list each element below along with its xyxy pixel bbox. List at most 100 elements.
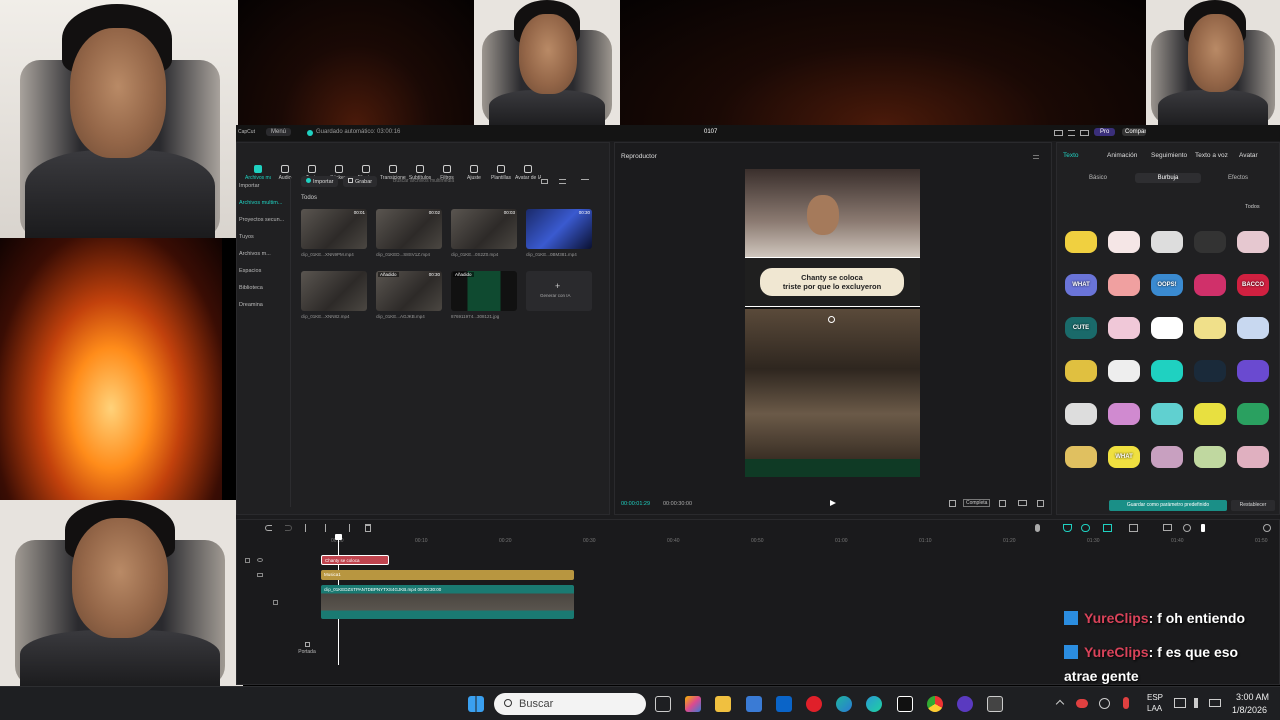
track-mute-icon[interactable] xyxy=(273,600,278,605)
zoom-in-icon[interactable] xyxy=(1263,524,1271,532)
bubble-style[interactable] xyxy=(1151,231,1183,253)
sidebar-item-0[interactable]: Importar xyxy=(237,179,291,193)
bubble-style[interactable] xyxy=(1194,274,1226,296)
tray-app-icon[interactable] xyxy=(1099,698,1110,709)
ratio-button[interactable]: Completa xyxy=(963,499,991,507)
media-thumbnail[interactable]: 00:30 Añadido xyxy=(376,271,442,311)
battery-icon[interactable] xyxy=(1209,699,1221,707)
bubble-style[interactable] xyxy=(1237,360,1269,382)
subtab-2[interactable]: Efectos xyxy=(1205,173,1271,183)
split-right-icon[interactable] xyxy=(345,524,350,532)
sort-icon[interactable] xyxy=(559,179,566,184)
record-tab[interactable]: Grabar xyxy=(343,176,378,187)
bubble-style[interactable] xyxy=(1065,403,1097,425)
app-icon[interactable] xyxy=(987,696,1003,712)
reset-button[interactable]: Restablecer xyxy=(1231,500,1275,511)
zoom-slider[interactable] xyxy=(1201,524,1205,532)
tab-4[interactable]: Avatar xyxy=(1239,152,1258,159)
obs-icon[interactable] xyxy=(957,696,973,712)
bubble-style[interactable] xyxy=(1108,317,1140,339)
audio-clip[interactable]: Musica1 xyxy=(321,570,574,580)
quality-icon[interactable] xyxy=(1018,500,1027,506)
delete-icon[interactable] xyxy=(365,524,371,532)
playhead-handle[interactable] xyxy=(335,534,342,540)
media-thumbnail[interactable] xyxy=(301,271,367,311)
bubble-style[interactable] xyxy=(1237,317,1269,339)
media-filter-label[interactable]: Todos xyxy=(301,195,317,201)
subtab-0[interactable]: Básico xyxy=(1065,173,1131,183)
fullscreen-icon[interactable] xyxy=(1037,500,1044,507)
sidebar-item-5[interactable]: Espacios xyxy=(237,264,291,278)
preview-axis-icon[interactable] xyxy=(1103,524,1112,532)
bubble-style[interactable] xyxy=(1108,360,1140,382)
task-view-icon[interactable] xyxy=(655,696,671,712)
bubble-style[interactable] xyxy=(1151,403,1183,425)
sticker-filter[interactable]: Todos xyxy=(1245,204,1260,210)
bubble-style[interactable] xyxy=(1151,360,1183,382)
bubble-style[interactable] xyxy=(1065,231,1097,253)
monitor-icon[interactable] xyxy=(1080,130,1089,136)
track-audio-icon[interactable] xyxy=(257,573,263,577)
volume-icon[interactable] xyxy=(1194,698,1204,708)
sidebar-item-4[interactable]: Archivos m... xyxy=(237,247,291,261)
edge-icon[interactable] xyxy=(836,696,852,712)
bubble-style[interactable] xyxy=(1194,317,1226,339)
tray-chevron-icon[interactable] xyxy=(1055,699,1065,709)
track-lock-icon[interactable] xyxy=(245,558,250,563)
tab-3[interactable]: Texto a voz xyxy=(1195,152,1228,159)
crop-icon[interactable] xyxy=(949,500,956,507)
share-button[interactable]: Compartir xyxy=(1122,128,1146,136)
media-thumbnail[interactable]: 00:30 xyxy=(526,209,592,249)
bubble-style[interactable] xyxy=(1237,446,1269,468)
filter-icon[interactable] xyxy=(581,179,589,184)
cover-button[interactable]: Portada xyxy=(293,642,321,660)
edge-dev-icon[interactable] xyxy=(866,696,882,712)
grid-view-icon[interactable] xyxy=(541,179,548,184)
outlook-icon[interactable] xyxy=(776,696,792,712)
sidebar-item-1[interactable]: Archivos multim... xyxy=(237,196,291,210)
bubble-style[interactable]: OOPS! xyxy=(1151,274,1183,296)
bubble-style[interactable] xyxy=(1151,317,1183,339)
magnet-icon[interactable] xyxy=(1063,524,1072,532)
opera-icon[interactable] xyxy=(806,696,822,712)
bubble-style[interactable] xyxy=(1237,403,1269,425)
video-clip[interactable]: clip_01KEDZSTPANTDBPNYTXS4GJKB.mp4 00:00… xyxy=(321,585,574,619)
caption-icon[interactable] xyxy=(1163,524,1172,531)
bubble-style[interactable] xyxy=(1065,360,1097,382)
copilot-icon[interactable] xyxy=(685,696,701,712)
fit-icon[interactable] xyxy=(999,500,1006,507)
taskbar-search-input[interactable]: Buscar xyxy=(494,693,646,715)
sidebar-item-2[interactable]: Proyectos secun... xyxy=(237,213,291,227)
text-clip[interactable]: Chanty se coloca xyxy=(321,555,389,565)
store-icon[interactable] xyxy=(746,696,762,712)
sidebar-item-7[interactable]: Dreamina xyxy=(237,298,291,312)
lang-indicator[interactable]: ESP xyxy=(1147,693,1163,702)
redo-icon[interactable] xyxy=(285,525,292,531)
bubble-style[interactable] xyxy=(1194,360,1226,382)
subtab-1[interactable]: Burbuja xyxy=(1135,173,1201,183)
app-menu-button[interactable]: Menú xyxy=(266,128,292,136)
sidebar-item-3[interactable]: Tuyos xyxy=(237,230,291,244)
split-icon[interactable] xyxy=(305,524,306,532)
capcut-icon[interactable] xyxy=(897,696,913,712)
link-icon[interactable] xyxy=(1081,524,1090,532)
network-icon[interactable] xyxy=(1174,698,1186,708)
layout-indicator[interactable]: LAA xyxy=(1147,704,1162,713)
tab-0[interactable]: Texto xyxy=(1063,152,1079,159)
play-icon[interactable] xyxy=(830,500,836,506)
media-thumbnail[interactable]: 00:03 xyxy=(451,209,517,249)
pro-button[interactable]: Pro xyxy=(1094,128,1116,136)
bubble-style[interactable]: WHAT xyxy=(1108,446,1140,468)
bubble-style[interactable] xyxy=(1194,403,1226,425)
bubble-style[interactable] xyxy=(1108,231,1140,253)
bubble-style[interactable]: BACCO xyxy=(1237,274,1269,296)
bubble-style[interactable] xyxy=(1237,231,1269,253)
align-icon[interactable] xyxy=(1129,524,1138,532)
menu-icon[interactable] xyxy=(1068,130,1075,136)
bubble-style[interactable] xyxy=(1194,231,1226,253)
tab-2[interactable]: Seguimiento xyxy=(1151,152,1187,159)
media-thumbnail[interactable]: 00:02 xyxy=(376,209,442,249)
layout-icon[interactable] xyxy=(1054,130,1063,136)
undo-icon[interactable] xyxy=(265,525,272,531)
video-preview[interactable]: Chanty se coloca triste por que lo exclu… xyxy=(745,169,920,477)
